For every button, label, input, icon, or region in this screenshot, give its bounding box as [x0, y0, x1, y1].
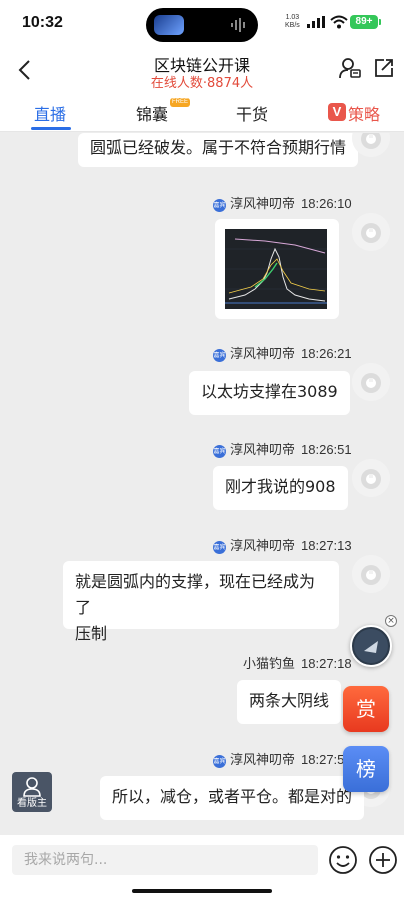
message-meta: 嘉宾 淳风神叨帝 18:26:21: [213, 343, 352, 362]
guest-badge: 嘉宾: [213, 541, 226, 554]
chat-list[interactable]: 圆弧已经破发。属于不符合预期行情 嘉宾 淳风神叨帝 18:26:10 嘉宾 淳风神叨帝…: [0, 133, 404, 835]
message-time: 18:27:18: [301, 656, 352, 671]
view-host-button[interactable]: 看版主: [12, 772, 52, 812]
message-time: 18:27:13: [301, 538, 352, 553]
tab-tips[interactable]: 锦囊: [136, 101, 168, 125]
tab-active-indicator: [31, 127, 71, 130]
message-time: 18:26:10: [301, 196, 352, 211]
message-meta: 嘉宾 淳风神叨帝 18:27:13: [213, 535, 352, 554]
avatar[interactable]: [352, 213, 390, 251]
avatar[interactable]: [352, 555, 390, 593]
message-bubble[interactable]: 就是圆弧内的支撑，现在已经成为了 压制: [63, 561, 339, 643]
author-name[interactable]: 淳风神叨帝: [230, 347, 295, 362]
ranking-button[interactable]: 榜: [343, 746, 389, 792]
emoji-icon[interactable]: [328, 845, 358, 875]
message-bubble[interactable]: 所以，减仓，或者平仓。都是对的: [100, 776, 365, 820]
message-time: 18:26:21: [301, 346, 352, 361]
status-time: 10:32: [22, 14, 63, 31]
author-name[interactable]: 淳风神叨帝: [230, 753, 295, 768]
tab-strategy[interactable]: 策略: [348, 101, 380, 125]
cellular-signal-icon: [307, 16, 325, 28]
share-icon[interactable]: [372, 56, 396, 80]
author-name[interactable]: 淳风神叨帝: [230, 443, 295, 458]
message-bubble[interactable]: 以太坊支撑在3089: [189, 371, 350, 415]
audio-wave-icon: [231, 18, 245, 32]
guest-badge: 嘉宾: [213, 349, 226, 362]
app-header: 区块链公开课 在线人数·8874人: [0, 48, 404, 94]
message-text-line: 压制: [75, 624, 108, 643]
now-playing-artwork: [154, 15, 184, 35]
message-bubble[interactable]: 圆弧已经破发。属于不符合预期行情: [78, 133, 359, 167]
image-message[interactable]: [215, 219, 339, 319]
dynamic-island[interactable]: [146, 8, 258, 42]
avatar[interactable]: [352, 459, 390, 497]
message-text-line: 就是圆弧内的支撑，现在已经成为了: [75, 572, 316, 617]
message-bubble[interactable]: 两条大阴线: [237, 680, 342, 724]
wifi-icon: [330, 15, 348, 29]
tab-bar: 直播 锦囊 FREE 干货 V 策略: [0, 94, 404, 132]
reward-button[interactable]: 赏: [343, 686, 389, 732]
net-speed: 1.03 KB/s: [285, 14, 300, 29]
message-bubble[interactable]: 刚才我说的908: [213, 466, 348, 510]
close-float-button[interactable]: ×: [385, 615, 397, 627]
guest-badge: 嘉宾: [213, 755, 226, 768]
chart-screenshot-thumbnail[interactable]: [225, 229, 327, 309]
guest-badge: 嘉宾: [213, 199, 226, 212]
message-meta: 嘉宾 淳风神叨帝 18:26:10: [213, 193, 352, 212]
author-name[interactable]: 淳风神叨帝: [230, 197, 295, 212]
input-bar: [0, 835, 404, 900]
status-bar: 10:32 1.03 KB/s 89+: [0, 0, 404, 48]
message-time: 18:26:51: [301, 442, 352, 457]
tab-insights[interactable]: 干货: [236, 101, 268, 125]
author-name[interactable]: 淳风神叨帝: [230, 539, 295, 554]
message-meta: 嘉宾 淳风神叨帝 18:26:51: [213, 439, 352, 458]
floating-video-player[interactable]: [350, 625, 392, 667]
battery-tip: [379, 19, 381, 25]
author-name[interactable]: 小猫钓鱼: [243, 657, 295, 672]
message-meta: 小猫钓鱼 18:27:18: [243, 653, 352, 672]
v-icon: V: [328, 103, 346, 121]
battery-indicator: 89+: [350, 15, 378, 29]
message-meta: 嘉宾 淳风神叨帝 18:27:57: [213, 749, 352, 768]
free-badge: FREE: [170, 98, 191, 107]
plus-icon[interactable]: [368, 845, 398, 875]
comment-input[interactable]: [12, 845, 318, 875]
play-icon: [354, 629, 388, 663]
user-profile-icon[interactable]: [338, 56, 362, 80]
avatar[interactable]: [352, 363, 390, 401]
home-indicator[interactable]: [132, 889, 272, 893]
tab-live[interactable]: 直播: [34, 101, 66, 125]
guest-badge: 嘉宾: [213, 445, 226, 458]
